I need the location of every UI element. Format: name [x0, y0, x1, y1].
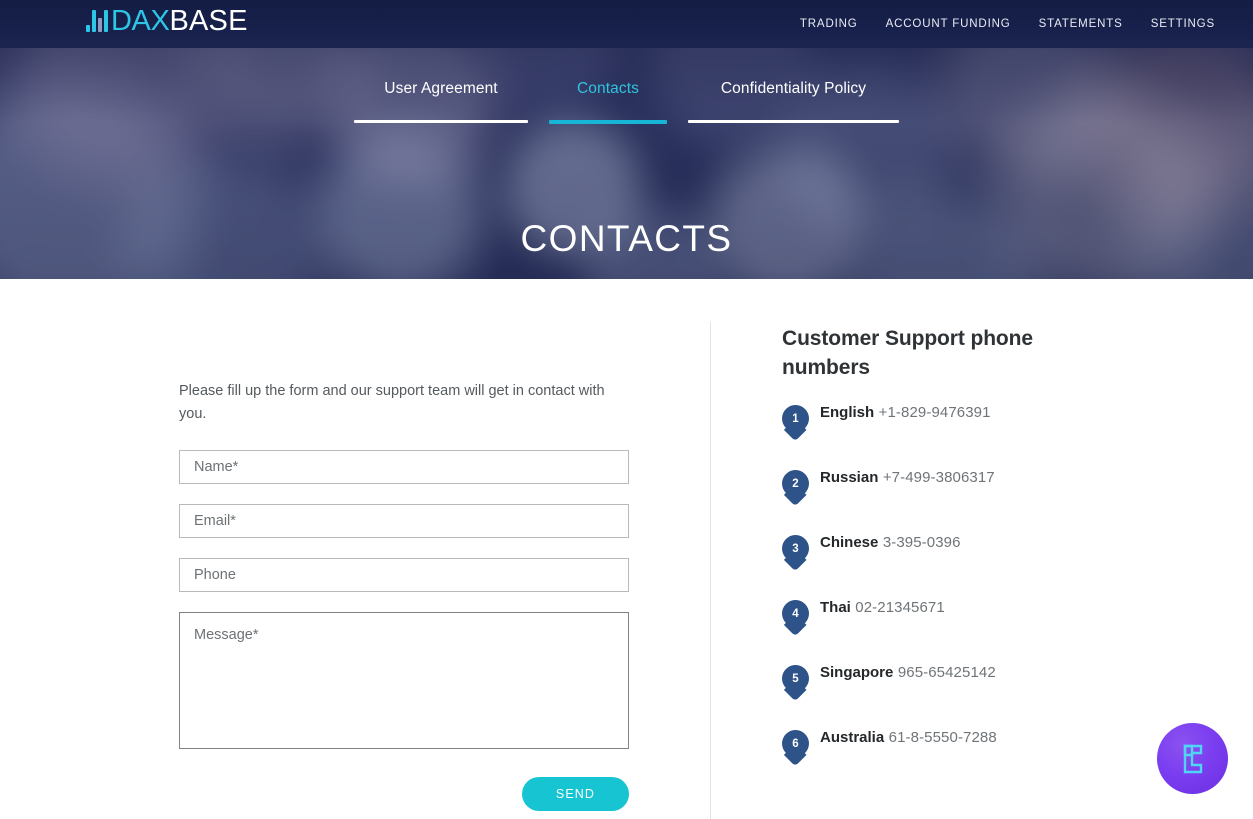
send-button[interactable]: SEND: [522, 777, 629, 811]
support-entry-thai: 4 Thai 02-21345671: [782, 598, 1082, 638]
map-pin-number: 4: [792, 607, 799, 620]
email-field[interactable]: Email*: [179, 504, 629, 538]
support-phone-number[interactable]: +7-499-3806317: [883, 469, 995, 486]
support-language-label: Singapore: [820, 664, 894, 681]
support-entry-english: 1 English +1-829-9476391: [782, 403, 1082, 443]
customer-support-panel: Customer Support phone numbers 1 English…: [782, 324, 1082, 793]
column-divider: [710, 322, 711, 819]
form-intro-text: Please fill up the form and our support …: [179, 383, 605, 422]
tab-user-agreement[interactable]: User Agreement: [354, 80, 528, 123]
chat-widget-button[interactable]: [1157, 723, 1228, 794]
page-title: CONTACTS: [520, 218, 733, 259]
support-language-label: Thai: [820, 599, 851, 616]
nav-item-account-funding[interactable]: ACCOUNT FUNDING: [872, 0, 1025, 48]
message-field[interactable]: Message*: [179, 612, 629, 749]
tab-contacts-label: Contacts: [577, 80, 639, 97]
support-entry-singapore: 5 Singapore 965-65425142: [782, 663, 1082, 703]
phone-field-placeholder: Phone: [194, 567, 236, 583]
form-actions: SEND: [179, 777, 629, 811]
map-pin-icon: 5: [782, 665, 809, 703]
map-pin-number: 5: [792, 672, 799, 685]
map-pin-icon: 4: [782, 600, 809, 638]
main-content: Please fill up the form and our support …: [0, 279, 1253, 819]
brand-name-accent: DAX: [111, 5, 170, 37]
support-language-label: English: [820, 404, 875, 421]
support-panel-title: Customer Support phone numbers: [782, 327, 1033, 379]
brand-name-plain: BASE: [169, 5, 248, 37]
support-phone-number[interactable]: 02-21345671: [855, 599, 945, 616]
hero-tab-bar: User Agreement Contacts Confidentiality …: [0, 80, 1253, 124]
support-phone-number[interactable]: 61-8-5550-7288: [889, 729, 997, 746]
map-pin-icon: 2: [782, 470, 809, 508]
hero-banner: User Agreement Contacts Confidentiality …: [0, 48, 1253, 279]
contact-form: Please fill up the form and our support …: [179, 380, 629, 811]
tab-user-agreement-label: User Agreement: [384, 80, 498, 97]
map-pin-icon: 1: [782, 405, 809, 443]
tab-contacts-underline: [549, 120, 667, 124]
email-field-placeholder: Email*: [194, 513, 236, 529]
support-entry-russian: 2 Russian +7-499-3806317: [782, 468, 1082, 508]
support-phone-number[interactable]: 965-65425142: [898, 664, 996, 681]
tab-confidentiality-policy-underline: [688, 120, 899, 123]
brand-logo[interactable]: DAX BASE: [86, 5, 248, 37]
nav-item-settings[interactable]: SETTINGS: [1137, 0, 1229, 48]
support-language-label: Chinese: [820, 534, 879, 551]
map-pin-number: 6: [792, 737, 799, 750]
name-field-placeholder: Name*: [194, 459, 239, 475]
name-field[interactable]: Name*: [179, 450, 629, 484]
nav-item-trading[interactable]: TRADING: [786, 0, 872, 48]
chat-logo-icon: [1183, 744, 1202, 773]
nav-item-statements[interactable]: STATEMENTS: [1025, 0, 1137, 48]
tab-user-agreement-underline: [354, 120, 528, 123]
tab-contacts[interactable]: Contacts: [549, 80, 667, 124]
map-pin-number: 3: [792, 542, 799, 555]
tab-confidentiality-policy-label: Confidentiality Policy: [720, 80, 867, 97]
map-pin-number: 2: [792, 477, 799, 490]
primary-navigation: TRADING ACCOUNT FUNDING STATEMENTS SETTI…: [786, 0, 1229, 48]
top-header-bar: DAX BASE TRADING ACCOUNT FUNDING STATEME…: [0, 0, 1253, 48]
support-entry-chinese: 3 Chinese 3-395-0396: [782, 533, 1082, 573]
map-pin-icon: 6: [782, 730, 809, 768]
support-entry-australia: 6 Australia 61-8-5550-7288: [782, 728, 1082, 768]
bars-logo-icon: [86, 10, 108, 32]
support-language-label: Russian: [820, 469, 879, 486]
map-pin-icon: 3: [782, 535, 809, 573]
message-field-placeholder: Message*: [194, 627, 259, 643]
support-phone-number[interactable]: 3-395-0396: [883, 534, 961, 551]
tab-confidentiality-policy[interactable]: Confidentiality Policy: [688, 80, 899, 123]
phone-field[interactable]: Phone: [179, 558, 629, 592]
map-pin-number: 1: [792, 412, 799, 425]
support-language-label: Australia: [820, 729, 885, 746]
support-phone-number[interactable]: +1-829-9476391: [879, 404, 991, 421]
